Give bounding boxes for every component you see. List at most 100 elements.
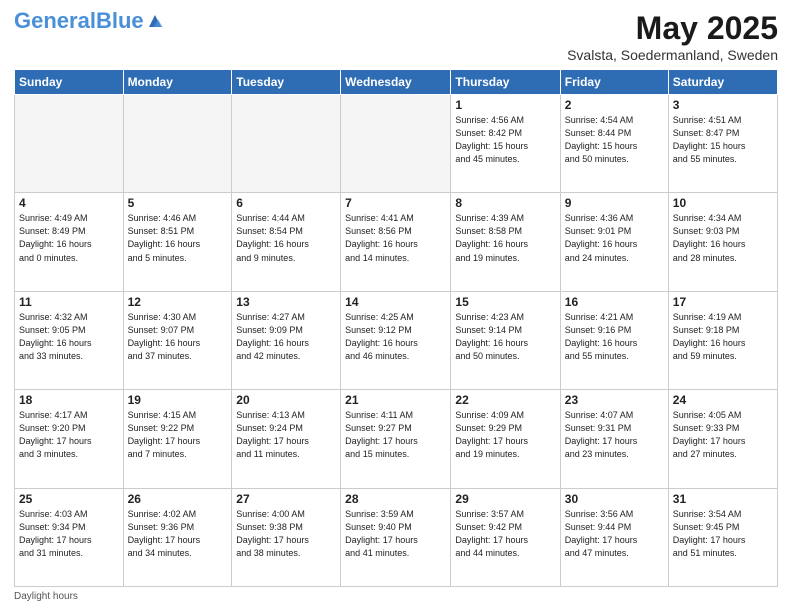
week-row: 18Sunrise: 4:17 AM Sunset: 9:20 PM Dayli… — [15, 390, 778, 488]
calendar-title: May 2025 — [567, 10, 778, 47]
day-cell — [232, 95, 341, 193]
day-cell: 14Sunrise: 4:25 AM Sunset: 9:12 PM Dayli… — [341, 291, 451, 389]
day-info: Sunrise: 4:46 AM Sunset: 8:51 PM Dayligh… — [128, 212, 228, 264]
day-cell: 5 Sunrise: 4:46 AM Sunset: 8:51 PM Daylig… — [123, 193, 232, 291]
day-info: Sunrise: 4:15 AM Sunset: 9:22 PM Dayligh… — [128, 409, 228, 461]
day-number: 25 — [19, 492, 119, 506]
day-number: 24 — [673, 393, 773, 407]
day-info: Sunrise: 4:05 AM Sunset: 9:33 PM Dayligh… — [673, 409, 773, 461]
day-cell: 18Sunrise: 4:17 AM Sunset: 9:20 PM Dayli… — [15, 390, 124, 488]
day-number: 21 — [345, 393, 446, 407]
header-day: Saturday — [668, 70, 777, 95]
day-cell: 4 Sunrise: 4:49 AM Sunset: 8:49 PM Daylig… — [15, 193, 124, 291]
day-info: Sunrise: 4:34 AM Sunset: 9:03 PM Dayligh… — [673, 212, 773, 264]
logo: GeneralBlue — [14, 10, 164, 32]
day-info: Sunrise: 4:51 AM Sunset: 8:47 PM Dayligh… — [673, 114, 773, 166]
header-day: Friday — [560, 70, 668, 95]
day-number: 3 — [673, 98, 773, 112]
header-day: Sunday — [15, 70, 124, 95]
day-number: 14 — [345, 295, 446, 309]
day-cell: 31Sunrise: 3:54 AM Sunset: 9:45 PM Dayli… — [668, 488, 777, 586]
day-number: 28 — [345, 492, 446, 506]
header-day: Wednesday — [341, 70, 451, 95]
day-cell — [15, 95, 124, 193]
day-info: Sunrise: 4:17 AM Sunset: 9:20 PM Dayligh… — [19, 409, 119, 461]
day-cell: 23 Sunrise: 4:07 AM Sunset: 9:31 PM Dayli… — [560, 390, 668, 488]
day-number: 22 — [455, 393, 555, 407]
week-row: 11Sunrise: 4:32 AM Sunset: 9:05 PM Dayli… — [15, 291, 778, 389]
day-info: Sunrise: 4:49 AM Sunset: 8:49 PM Dayligh… — [19, 212, 119, 264]
day-info: Sunrise: 4:07 AM Sunset: 9:31 PM Dayligh… — [565, 409, 664, 461]
day-cell: 16 Sunrise: 4:21 AM Sunset: 9:16 PM Dayli… — [560, 291, 668, 389]
day-number: 4 — [19, 196, 119, 210]
day-number: 15 — [455, 295, 555, 309]
day-cell: 29 Sunrise: 3:57 AM Sunset: 9:42 PM Dayli… — [451, 488, 560, 586]
day-number: 11 — [19, 295, 119, 309]
day-number: 17 — [673, 295, 773, 309]
day-info: Sunrise: 4:41 AM Sunset: 8:56 PM Dayligh… — [345, 212, 446, 264]
day-info: Sunrise: 4:56 AM Sunset: 8:42 PM Dayligh… — [455, 114, 555, 166]
day-cell: 2 Sunrise: 4:54 AM Sunset: 8:44 PM Daylig… — [560, 95, 668, 193]
day-number: 12 — [128, 295, 228, 309]
day-info: Sunrise: 4:30 AM Sunset: 9:07 PM Dayligh… — [128, 311, 228, 363]
day-number: 31 — [673, 492, 773, 506]
calendar-table: SundayMondayTuesdayWednesdayThursdayFrid… — [14, 69, 778, 587]
day-cell: 25 Sunrise: 4:03 AM Sunset: 9:34 PM Dayli… — [15, 488, 124, 586]
day-info: Sunrise: 4:03 AM Sunset: 9:34 PM Dayligh… — [19, 508, 119, 560]
day-cell: 12 Sunrise: 4:30 AM Sunset: 9:07 PM Dayli… — [123, 291, 232, 389]
day-number: 26 — [128, 492, 228, 506]
day-cell: 8 Sunrise: 4:39 AM Sunset: 8:58 PM Daylig… — [451, 193, 560, 291]
week-row: 1 Sunrise: 4:56 AM Sunset: 8:42 PM Daylig… — [15, 95, 778, 193]
day-cell: 27Sunrise: 4:00 AM Sunset: 9:38 PM Dayli… — [232, 488, 341, 586]
header-day: Tuesday — [232, 70, 341, 95]
day-number: 2 — [565, 98, 664, 112]
day-info: Sunrise: 3:57 AM Sunset: 9:42 PM Dayligh… — [455, 508, 555, 560]
page: GeneralBlue May 2025 Svalsta, Soedermanl… — [0, 0, 792, 612]
day-number: 9 — [565, 196, 664, 210]
day-info: Sunrise: 4:54 AM Sunset: 8:44 PM Dayligh… — [565, 114, 664, 166]
day-number: 8 — [455, 196, 555, 210]
header-row: SundayMondayTuesdayWednesdayThursdayFrid… — [15, 70, 778, 95]
week-row: 4 Sunrise: 4:49 AM Sunset: 8:49 PM Daylig… — [15, 193, 778, 291]
daylight-label: Daylight hours — [14, 591, 78, 602]
day-cell: 28Sunrise: 3:59 AM Sunset: 9:40 PM Dayli… — [341, 488, 451, 586]
day-number: 5 — [128, 196, 228, 210]
title-block: May 2025 Svalsta, Soedermanland, Sweden — [567, 10, 778, 63]
day-info: Sunrise: 4:21 AM Sunset: 9:16 PM Dayligh… — [565, 311, 664, 363]
day-info: Sunrise: 4:23 AM Sunset: 9:14 PM Dayligh… — [455, 311, 555, 363]
day-info: Sunrise: 4:11 AM Sunset: 9:27 PM Dayligh… — [345, 409, 446, 461]
day-cell: 10 Sunrise: 4:34 AM Sunset: 9:03 PM Dayli… — [668, 193, 777, 291]
day-number: 16 — [565, 295, 664, 309]
day-cell: 13Sunrise: 4:27 AM Sunset: 9:09 PM Dayli… — [232, 291, 341, 389]
day-number: 1 — [455, 98, 555, 112]
day-cell: 11Sunrise: 4:32 AM Sunset: 9:05 PM Dayli… — [15, 291, 124, 389]
header-day: Thursday — [451, 70, 560, 95]
day-cell: 1 Sunrise: 4:56 AM Sunset: 8:42 PM Daylig… — [451, 95, 560, 193]
day-cell: 19 Sunrise: 4:15 AM Sunset: 9:22 PM Dayli… — [123, 390, 232, 488]
day-number: 23 — [565, 393, 664, 407]
calendar-subtitle: Svalsta, Soedermanland, Sweden — [567, 47, 778, 63]
day-cell: 20 Sunrise: 4:13 AM Sunset: 9:24 PM Dayli… — [232, 390, 341, 488]
day-number: 19 — [128, 393, 228, 407]
day-info: Sunrise: 4:13 AM Sunset: 9:24 PM Dayligh… — [236, 409, 336, 461]
day-cell: 30Sunrise: 3:56 AM Sunset: 9:44 PM Dayli… — [560, 488, 668, 586]
day-number: 7 — [345, 196, 446, 210]
day-number: 29 — [455, 492, 555, 506]
logo-blue: Blue — [96, 8, 144, 33]
day-cell — [123, 95, 232, 193]
logo-general: General — [14, 8, 96, 33]
day-number: 30 — [565, 492, 664, 506]
day-cell: 21 Sunrise: 4:11 AM Sunset: 9:27 PM Dayli… — [341, 390, 451, 488]
day-info: Sunrise: 4:44 AM Sunset: 8:54 PM Dayligh… — [236, 212, 336, 264]
day-info: Sunrise: 4:27 AM Sunset: 9:09 PM Dayligh… — [236, 311, 336, 363]
day-info: Sunrise: 4:39 AM Sunset: 8:58 PM Dayligh… — [455, 212, 555, 264]
day-info: Sunrise: 4:36 AM Sunset: 9:01 PM Dayligh… — [565, 212, 664, 264]
day-cell: 26Sunrise: 4:02 AM Sunset: 9:36 PM Dayli… — [123, 488, 232, 586]
day-number: 20 — [236, 393, 336, 407]
header-day: Monday — [123, 70, 232, 95]
header: GeneralBlue May 2025 Svalsta, Soedermanl… — [14, 10, 778, 63]
day-cell — [341, 95, 451, 193]
logo-icon — [146, 12, 164, 30]
day-number: 10 — [673, 196, 773, 210]
day-cell: 15 Sunrise: 4:23 AM Sunset: 9:14 PM Dayli… — [451, 291, 560, 389]
